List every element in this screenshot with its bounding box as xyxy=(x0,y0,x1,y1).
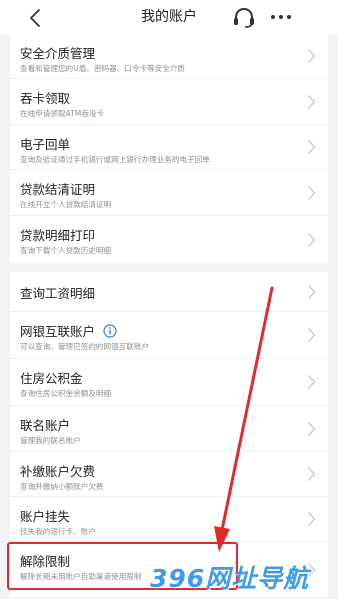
item-subtitle: 管理我的联名账户 xyxy=(20,436,81,445)
item-title: 联名账户 xyxy=(20,418,71,433)
list-item-interbank-account[interactable]: 网银互联账户 可以查询、管理已签约的网银互联账户 xyxy=(10,312,328,359)
item-title: 查询工资明细 xyxy=(20,286,96,301)
list-item-e-receipt[interactable]: 电子回单 查询及验证通过手机银行或网上银行办理业务的电子回单 xyxy=(10,125,328,170)
item-subtitle: 在线申请领取ATM吞没卡 xyxy=(20,109,105,118)
item-subtitle: 查看和管理您的U盾、密码器、口令卡等安全介质 xyxy=(20,64,186,73)
item-title: 账户挂失 xyxy=(20,509,71,524)
info-icon[interactable] xyxy=(103,324,117,338)
chevron-right-icon xyxy=(308,562,316,577)
item-title-wrap: 网银互联账户 xyxy=(20,321,117,340)
chevron-right-icon xyxy=(308,421,316,436)
item-title: 网银互联账户 xyxy=(20,324,96,339)
account-page: 我的账户 安全介质管理 查看和管理您的U盾、密码器、口令卡等安全介质 吞卡领取 … xyxy=(0,0,338,599)
item-title: 补缴账户欠费 xyxy=(20,464,96,479)
chevron-right-icon xyxy=(308,232,316,247)
account-services-group-1: 安全介质管理 查看和管理您的U盾、密码器、口令卡等安全介质 吞卡领取 在线申请领… xyxy=(10,34,328,263)
top-nav-bar: 我的账户 xyxy=(0,0,338,34)
item-subtitle: 查询及验证通过手机银行或网上银行办理业务的电子回单 xyxy=(20,155,210,164)
chevron-right-icon xyxy=(308,328,316,342)
item-subtitle: 挂失我的银行卡、账户 xyxy=(20,527,96,536)
headset-icon[interactable] xyxy=(232,6,256,28)
item-subtitle: 解除长期未用账户自助渠道使用限制 xyxy=(20,572,142,581)
item-title: 住房公积金 xyxy=(20,371,83,386)
list-item-loan-statement[interactable]: 贷款明细打印 查询下载个人贷款历史明细 xyxy=(10,216,328,263)
chevron-right-icon xyxy=(308,94,316,109)
list-item-arrears-payment[interactable]: 补缴账户欠费 查询并缴纳小额账户欠费 xyxy=(10,452,328,497)
list-item-loan-settlement[interactable]: 贷款结清证明 在线开立个人贷款结清证明 xyxy=(10,170,328,216)
list-item-security-media[interactable]: 安全介质管理 查看和管理您的U盾、密码器、口令卡等安全介质 xyxy=(10,34,328,79)
chevron-right-icon xyxy=(308,375,316,389)
back-chevron-icon[interactable] xyxy=(24,6,48,30)
item-subtitle: 可以查询、管理已签约的网银互联账户 xyxy=(20,342,150,351)
chevron-right-icon xyxy=(308,140,316,154)
account-services-group-2: 查询工资明细 网银互联账户 可以查询、管理已签约的网银互联账户 住房公积金 查询… xyxy=(10,272,328,597)
list-item-salary-details[interactable]: 查询工资明细 xyxy=(10,272,328,312)
chevron-right-icon xyxy=(308,512,316,526)
chevron-right-icon xyxy=(308,49,316,63)
list-item-housing-fund[interactable]: 住房公积金 查询住房公积金余额及明细 xyxy=(10,359,328,406)
item-title: 解除限制 xyxy=(20,554,71,569)
item-subtitle: 查询住房公积金余额及明细 xyxy=(20,389,112,398)
list-item-report-loss[interactable]: 账户挂失 挂失我的银行卡、账户 xyxy=(10,497,328,542)
item-title: 电子回单 xyxy=(20,137,71,152)
item-title: 贷款明细打印 xyxy=(20,228,96,243)
list-item-joint-account[interactable]: 联名账户 管理我的联名账户 xyxy=(10,406,328,452)
chevron-right-icon xyxy=(308,284,316,299)
item-title: 贷款结清证明 xyxy=(20,182,96,197)
item-subtitle: 查询并缴纳小额账户欠费 xyxy=(20,482,104,491)
item-subtitle: 在线开立个人贷款结清证明 xyxy=(20,200,112,209)
item-subtitle: 查询下载个人贷款历史明细 xyxy=(20,246,112,255)
more-dots-icon[interactable] xyxy=(270,14,292,20)
chevron-right-icon xyxy=(308,185,316,200)
chevron-right-icon xyxy=(308,467,316,481)
list-item-remove-restriction[interactable]: 解除限制 解除长期未用账户自助渠道使用限制 xyxy=(10,542,328,597)
item-title: 吞卡领取 xyxy=(20,91,71,106)
list-item-swallowed-card[interactable]: 吞卡领取 在线申请领取ATM吞没卡 xyxy=(10,79,328,125)
item-title: 安全介质管理 xyxy=(20,46,96,61)
